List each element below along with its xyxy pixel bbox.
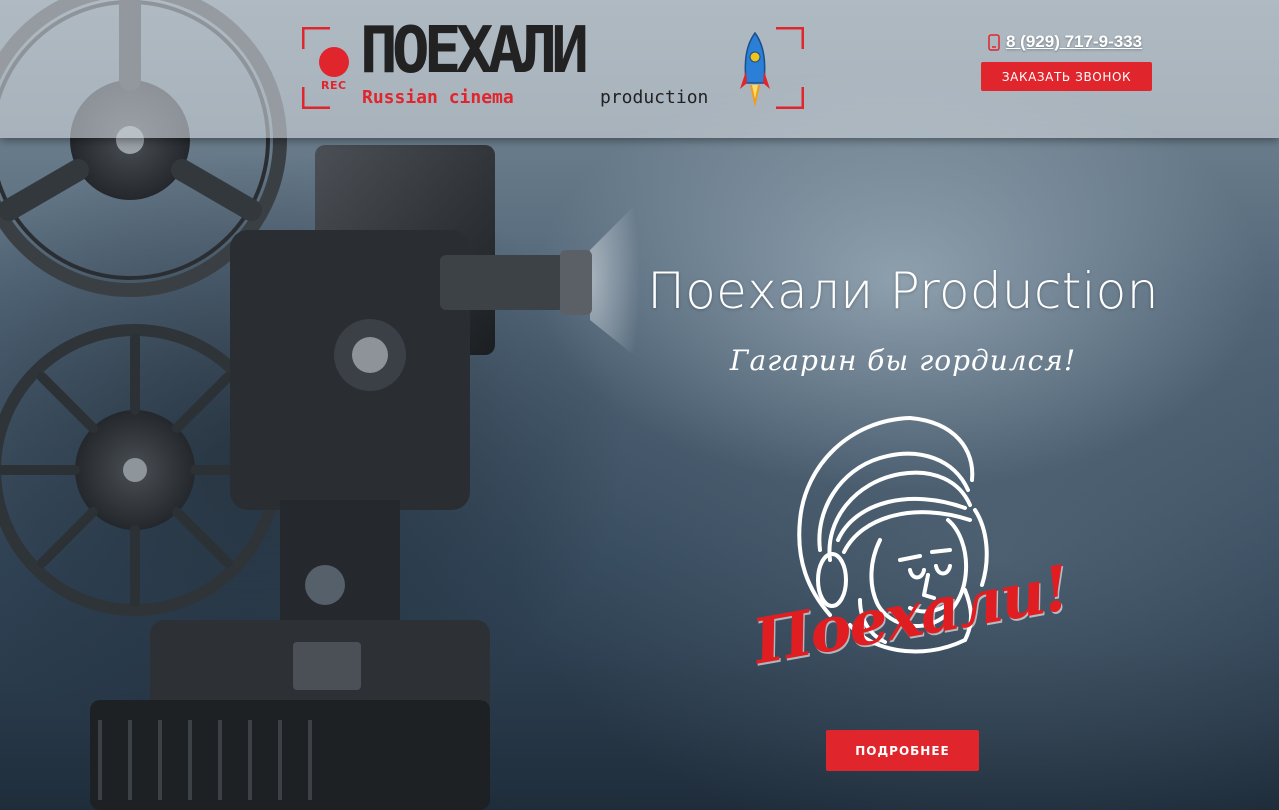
more-button[interactable]: ПОДРОБНЕЕ (826, 730, 979, 771)
phone-link[interactable]: 8 (929) 717-9-333 (988, 32, 1142, 52)
logo-title: ПОЕХАЛИ (360, 14, 589, 88)
rec-dot-icon (319, 47, 349, 77)
site-header: REC ПОЕХАЛИ Russian cinema production 8 … (0, 0, 1279, 138)
order-call-button[interactable]: ЗАКАЗАТЬ ЗВОНОК (981, 62, 1152, 91)
logo-subtitle-left: Russian cinema (362, 87, 514, 108)
rocket-icon (740, 31, 770, 107)
phone-icon (988, 33, 1000, 51)
phone-number[interactable]: 8 (929) 717-9-333 (1006, 32, 1142, 52)
hero-title: Поехали Production (647, 262, 1159, 320)
logo-subtitle-right: production (600, 87, 709, 108)
hero-subtitle: Гагарин бы гордился! (729, 344, 1077, 377)
brand-logo[interactable]: REC ПОЕХАЛИ Russian cinema production (302, 19, 804, 109)
logo-rec-label: REC (321, 79, 347, 92)
